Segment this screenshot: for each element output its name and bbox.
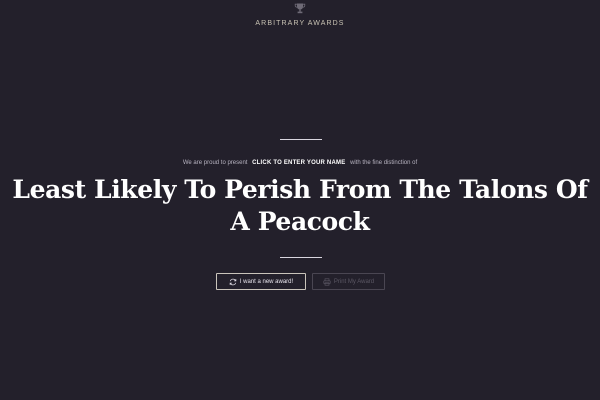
- printer-icon: [323, 277, 331, 286]
- intro-before-text: We are proud to present: [182, 160, 248, 166]
- action-buttons: I want a new award! Print My Award: [0, 273, 600, 293]
- award-page: ARBITRARY AWARDS We are proud to present…: [0, 0, 600, 400]
- award-intro: We are proud to present CLICK TO ENTER Y…: [0, 160, 600, 166]
- new-award-button[interactable]: I want a new award!: [216, 273, 306, 290]
- divider-top: [280, 139, 322, 140]
- divider-bottom: [280, 257, 322, 258]
- site-brand[interactable]: ARBITRARY AWARDS: [0, 20, 600, 27]
- refresh-icon: [229, 278, 237, 285]
- intro-after-text: with the fine distinction of: [350, 160, 418, 166]
- new-award-label: I want a new award!: [239, 278, 294, 285]
- print-award-label: Print My Award: [333, 278, 375, 285]
- award-title: Least Likely To Perish From The Talons O…: [12, 175, 588, 236]
- print-award-button[interactable]: Print My Award: [312, 273, 385, 290]
- trophy-icon: [294, 3, 306, 14]
- enter-name-link[interactable]: CLICK TO ENTER YOUR NAME: [252, 160, 345, 166]
